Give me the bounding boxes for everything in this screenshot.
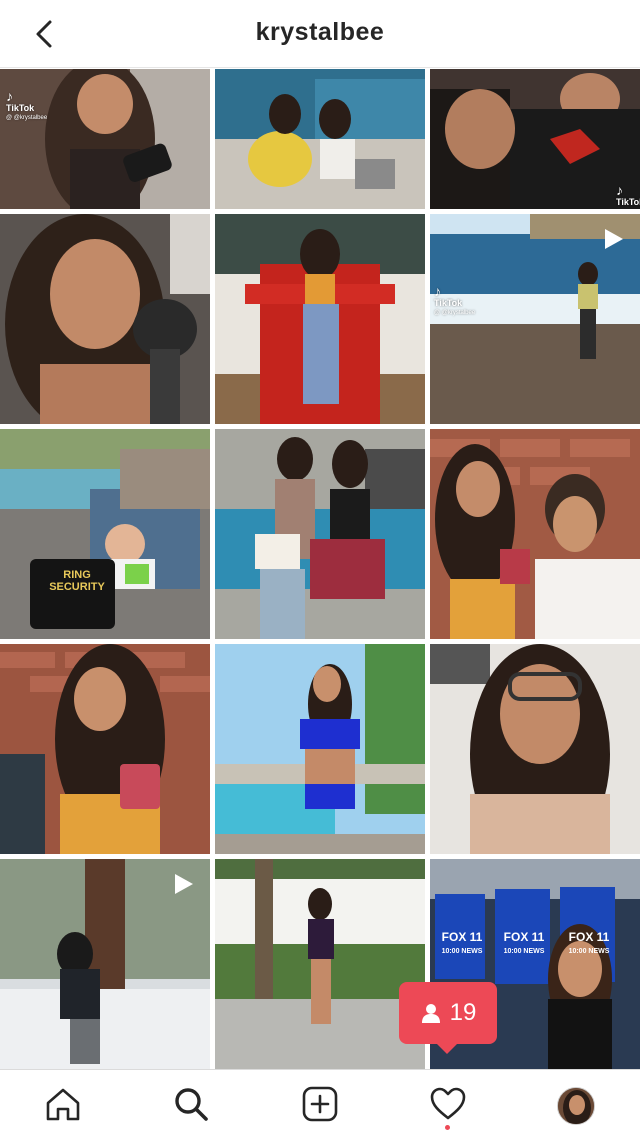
nav-activity[interactable] <box>428 1084 468 1124</box>
notification-count: 19 <box>449 999 477 1026</box>
tiktok-handle: @ @krystalbee <box>434 310 476 316</box>
tiktok-label: TikTok <box>616 197 640 207</box>
post-image <box>215 859 425 1069</box>
posts-grid: ♪ TikTok @ @krystalbee ♪ TikTok <box>0 69 640 1069</box>
post-image <box>0 214 210 424</box>
home-icon <box>46 1088 80 1121</box>
fox-news-sign: FOX 11 10:00 NEWS <box>441 930 483 955</box>
person-icon <box>421 1004 440 1023</box>
activity-dot <box>445 1125 450 1130</box>
profile-avatar[interactable] <box>557 1087 595 1125</box>
post-image <box>215 429 425 639</box>
post-tile[interactable] <box>215 214 425 424</box>
search-icon <box>175 1088 208 1121</box>
post-tile[interactable] <box>215 429 425 639</box>
bottom-nav <box>0 1069 640 1138</box>
tiktok-icon: ♪ <box>616 182 623 198</box>
post-tile[interactable] <box>0 859 210 1069</box>
ring-security-sign: RING SECURITY <box>49 569 105 593</box>
tiktok-watermark: ♪ TikTok <box>616 183 640 207</box>
tiktok-label: TikTok <box>434 298 463 308</box>
tiktok-icon: ♪ <box>434 283 441 299</box>
avatar-image <box>558 1088 594 1124</box>
post-tile[interactable]: ♪ TikTok <box>430 69 640 209</box>
post-image <box>430 644 640 854</box>
post-image <box>430 69 640 209</box>
post-image <box>215 214 425 424</box>
nav-new-post[interactable] <box>300 1084 340 1124</box>
post-tile[interactable]: ♪ TikTok @ @krystalbee <box>430 214 640 424</box>
tiktok-icon: ♪ <box>6 88 13 104</box>
top-bar: krystalbee <box>0 0 640 68</box>
follower-notification-bubble[interactable]: 19 <box>399 982 497 1054</box>
activity-icon <box>430 1087 466 1120</box>
fox-news-sign: FOX 11 10:00 NEWS <box>568 930 610 955</box>
tiktok-watermark: ♪ TikTok @ @krystalbee <box>6 89 47 123</box>
fox-news-sign: FOX 11 10:00 NEWS <box>503 930 545 955</box>
post-tile[interactable] <box>215 644 425 854</box>
post-tile[interactable] <box>430 644 640 854</box>
post-image <box>0 429 210 639</box>
post-tile[interactable]: ♪ TikTok @ @krystalbee <box>0 69 210 209</box>
tiktok-label: TikTok <box>6 103 35 113</box>
nav-home[interactable] <box>43 1084 83 1124</box>
post-image <box>430 429 640 639</box>
nav-search[interactable] <box>171 1084 211 1124</box>
post-tile[interactable] <box>0 214 210 424</box>
post-tile[interactable] <box>430 429 640 639</box>
new-post-icon <box>302 1086 338 1122</box>
profile-username: krystalbee <box>255 18 385 46</box>
post-image <box>215 69 425 209</box>
tiktok-watermark: ♪ TikTok @ @krystalbee <box>434 284 475 318</box>
post-tile[interactable] <box>0 644 210 854</box>
post-tile[interactable]: RING SECURITY <box>0 429 210 639</box>
video-play-icon <box>175 874 193 894</box>
post-tile[interactable] <box>215 69 425 209</box>
post-image <box>215 644 425 854</box>
video-play-icon <box>605 229 623 249</box>
post-image <box>0 644 210 854</box>
tiktok-handle: @ @krystalbee <box>6 115 48 121</box>
post-tile[interactable] <box>215 859 425 1069</box>
